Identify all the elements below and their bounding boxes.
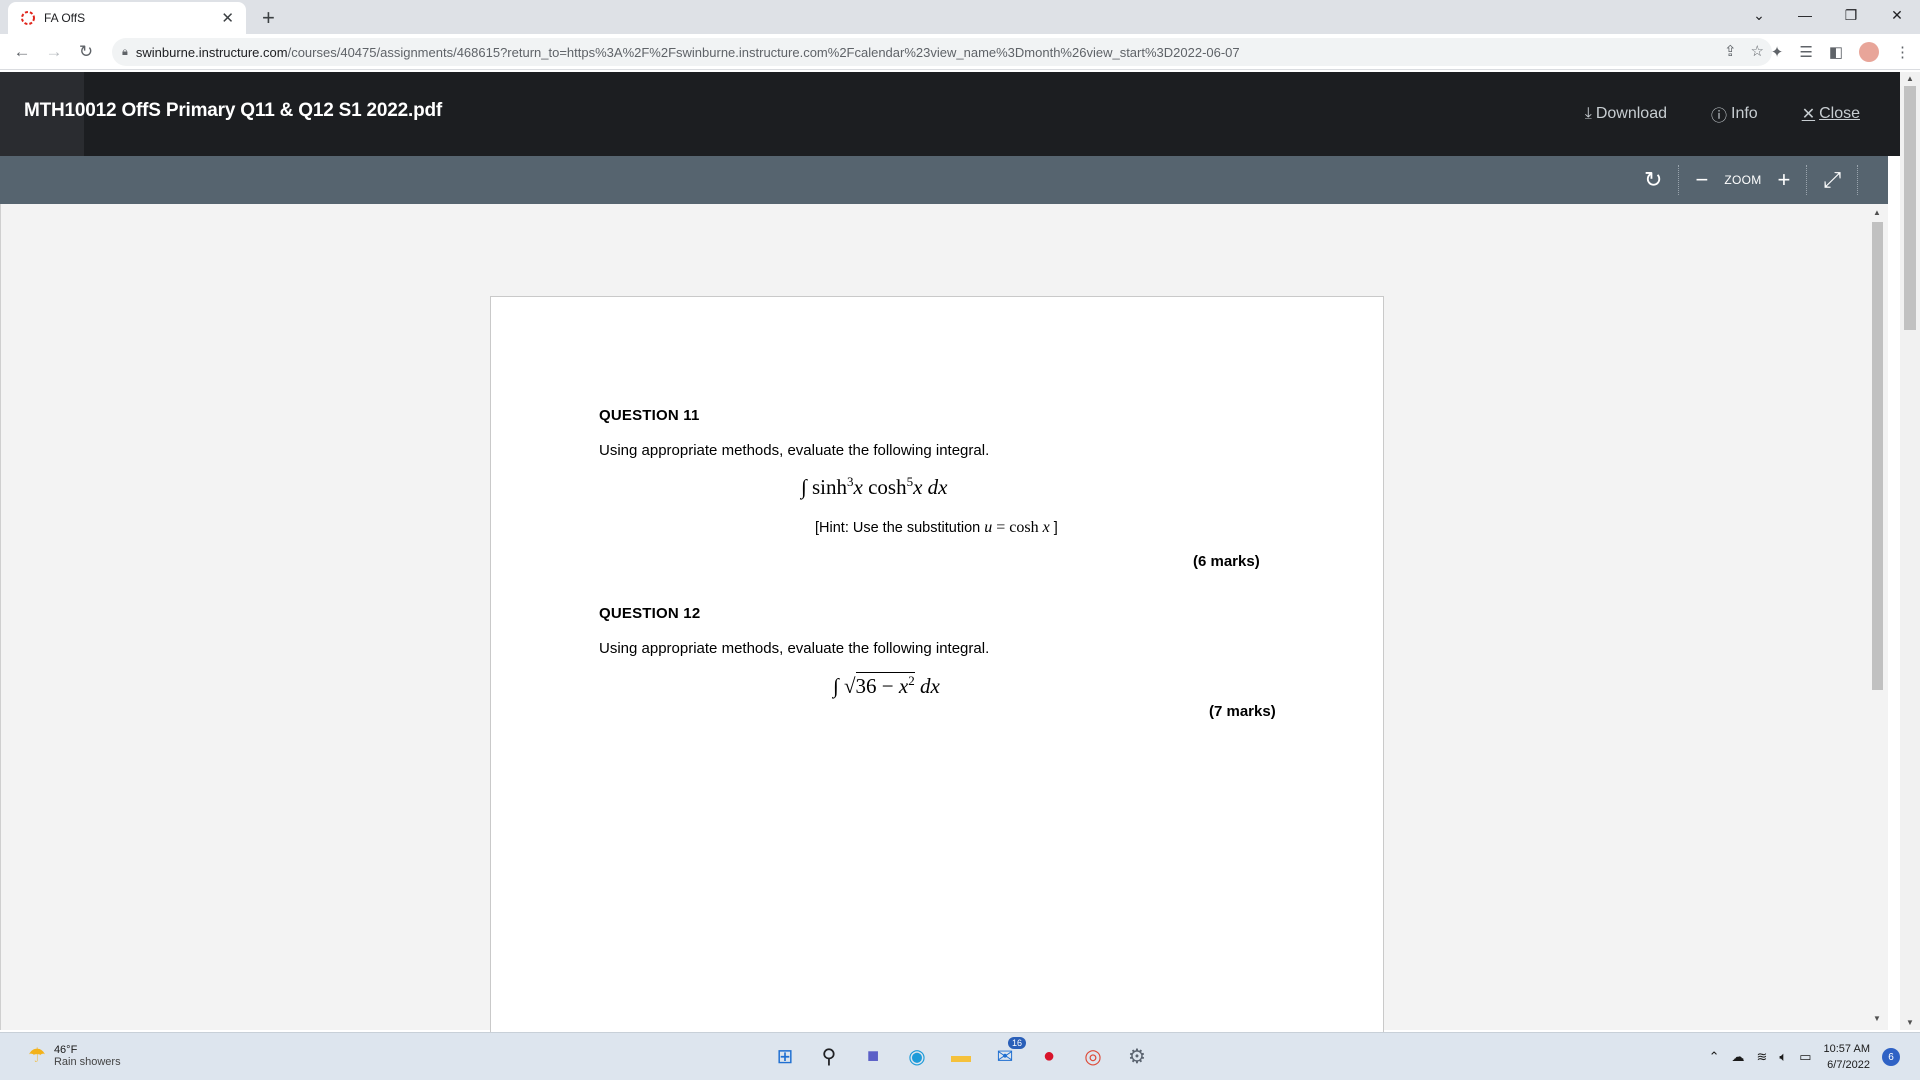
browser-tabstrip: FA OffS ✕ + ⌄ — ❐ ✕ — [0, 0, 1920, 34]
weather-temp: 46°F — [53, 1043, 78, 1056]
onedrive-cloud-icon[interactable]: ☁ — [1732, 1049, 1745, 1065]
window-close-icon[interactable]: ✕ — [1874, 7, 1920, 24]
download-button[interactable]: ⤓ Download — [1585, 102, 1667, 126]
clock-time: 10:57 AM — [1823, 1043, 1870, 1055]
lock-icon[interactable]: 🔒︎ — [122, 46, 128, 59]
teams-chat-icon[interactable]: ■ — [858, 1041, 888, 1071]
question-12-integral: ∫ √36 − x2 dx — [833, 672, 940, 698]
document-viewport[interactable]: QUESTION 11 Using appropriate methods, e… — [0, 204, 1888, 1036]
close-button[interactable]: ✕ Close — [1802, 102, 1860, 126]
reading-list-icon[interactable]: ☰ — [1799, 43, 1812, 61]
page-scroll-thumb[interactable] — [1904, 86, 1916, 330]
file-title: MTH10012 OffS Primary Q11 & Q12 S1 2022.… — [24, 100, 443, 121]
canvas-favicon-icon — [21, 11, 35, 25]
scroll-up-arrow-icon[interactable]: ▲ — [1873, 208, 1881, 217]
window-controls: ⌄ — ❐ ✕ — [1736, 0, 1920, 30]
browser-tab[interactable]: FA OffS ✕ — [8, 2, 246, 34]
file-explorer-icon[interactable]: ▬ — [946, 1041, 976, 1071]
info-label: Info — [1731, 105, 1758, 122]
viewer-controls: ↻ − ZOOM + ⤢ — [1628, 156, 1858, 204]
document-scroll-thumb[interactable] — [1872, 222, 1883, 690]
extensions-puzzle-icon[interactable]: ✦ — [1771, 43, 1784, 61]
info-icon: ⓘ — [1710, 108, 1727, 125]
hint-prefix: [Hint: Use the substitution — [815, 520, 985, 536]
download-icon: ⤓ — [1584, 105, 1592, 122]
app-red-icon[interactable]: ● — [1034, 1041, 1064, 1071]
system-tray: ⌃ ☁ ≋ 🔈︎ ▭ 10:57 AM 6/7/2022 6 — [1709, 1041, 1900, 1073]
file-preview-header: MTH10012 OffS Primary Q11 & Q12 S1 2022.… — [0, 72, 1900, 156]
fullscreen-icon[interactable]: ⤢ — [1807, 167, 1857, 193]
minimize-icon[interactable]: — — [1782, 7, 1828, 23]
forward-icon[interactable]: → — [38, 42, 70, 62]
volume-icon[interactable]: 🔈︎ — [1779, 1049, 1787, 1065]
edge-icon[interactable]: ◉ — [902, 1041, 932, 1071]
share-icon[interactable]: ⇪ — [1724, 42, 1737, 60]
rain-cloud-icon: ☂ — [28, 1045, 46, 1067]
reload-icon[interactable]: ↻ — [70, 42, 102, 62]
restore-icon[interactable]: ❐ — [1828, 7, 1874, 24]
side-panel-icon[interactable]: ◧ — [1829, 43, 1843, 61]
weather-desc: Rain showers — [53, 1055, 121, 1068]
hint-suffix: ] — [1049, 520, 1058, 536]
question-11-integral: ∫ sinh3x cosh5x dx — [801, 474, 948, 499]
download-label: Download — [1595, 105, 1667, 122]
pdf-viewer-toolbar: ↻ − ZOOM + ⤢ — [0, 156, 1888, 204]
zoom-in-icon[interactable]: + — [1762, 167, 1807, 193]
wifi-icon[interactable]: ≋ — [1757, 1049, 1768, 1065]
tab-search-icon[interactable]: ⌄ — [1736, 7, 1782, 24]
question-12-heading: QUESTION 12 — [599, 605, 701, 622]
settings-gear-icon[interactable]: ⚙ — [1122, 1041, 1152, 1071]
document-scrollbar[interactable]: ▲ ▼ — [1868, 208, 1884, 1034]
question-11-hint: [Hint: Use the substitution u = cosh x ] — [815, 519, 1058, 537]
page-scroll-up-icon[interactable]: ▲ — [1906, 74, 1914, 83]
zoom-out-icon[interactable]: − — [1679, 167, 1724, 193]
tray-chevron-icon[interactable]: ⌃ — [1709, 1049, 1720, 1065]
weather-text: 46°F Rain showers — [54, 1044, 121, 1068]
question-11-text: Using appropriate methods, evaluate the … — [599, 442, 990, 459]
question-12-text: Using appropriate methods, evaluate the … — [599, 640, 990, 657]
page-scroll-down-icon[interactable]: ▼ — [1906, 1018, 1914, 1027]
question-11-marks: (6 marks) — [1193, 553, 1260, 570]
back-icon[interactable]: ← — [6, 42, 38, 62]
question-11-heading: QUESTION 11 — [599, 407, 700, 424]
taskbar-apps: ⊞ ⚲ ■ ◉ ▬ ✉ 16 ● ◎ ⚙ — [770, 1037, 1152, 1071]
search-icon[interactable]: ⚲ — [814, 1041, 844, 1071]
mail-icon[interactable]: ✉ 16 — [990, 1037, 1026, 1071]
notification-badge[interactable]: 6 — [1882, 1048, 1900, 1066]
toolbar-divider — [1857, 165, 1858, 195]
question-12-marks: (7 marks) — [1209, 703, 1276, 720]
zoom-label: ZOOM — [1724, 173, 1762, 187]
windows-taskbar: ☂ 46°F Rain showers ⊞ ⚲ ■ ◉ ▬ ✉ 16 ● ◎ ⚙ … — [0, 1032, 1920, 1080]
mail-badge: 16 — [1007, 1037, 1026, 1049]
clock[interactable]: 10:57 AM 6/7/2022 — [1824, 1041, 1870, 1073]
hint-formula: u = cosh x — [984, 519, 1050, 536]
omnibox-actions: ⇪ ☆ — [1724, 42, 1764, 60]
url-text: swinburne.instructure.com/courses/40475/… — [135, 44, 1240, 60]
browser-toolbar: ← → ↻ 🔒︎ swinburne.instructure.com/cours… — [0, 34, 1920, 70]
tab-title: FA OffS — [44, 11, 86, 25]
address-bar[interactable]: 🔒︎ swinburne.instructure.com/courses/404… — [112, 38, 1772, 66]
page-scrollbar[interactable]: ▲ ▼ — [1900, 72, 1920, 1030]
pdf-page: QUESTION 11 Using appropriate methods, e… — [490, 296, 1384, 1036]
scroll-down-arrow-icon[interactable]: ▼ — [1873, 1014, 1881, 1023]
close-icon: ✕ — [1801, 106, 1816, 123]
tab-close-icon[interactable]: ✕ — [221, 9, 234, 27]
weather-widget[interactable]: ☂ 46°F Rain showers — [28, 1043, 121, 1068]
windows-start-icon[interactable]: ⊞ — [770, 1041, 800, 1071]
new-tab-button[interactable]: + — [262, 5, 275, 31]
battery-icon[interactable]: ▭ — [1799, 1049, 1811, 1065]
clock-date: 6/7/2022 — [1827, 1059, 1870, 1071]
browser-menu-icon[interactable]: ⋮ — [1895, 43, 1910, 61]
profile-avatar[interactable] — [1859, 42, 1879, 62]
close-label: Close — [1819, 105, 1860, 122]
info-button[interactable]: ⓘ Info — [1711, 102, 1758, 126]
preview-actions: ⤓ Download ⓘ Info ✕ Close — [1585, 102, 1860, 126]
bookmark-star-icon[interactable]: ☆ — [1751, 42, 1764, 60]
rotate-icon[interactable]: ↻ — [1628, 167, 1678, 193]
extension-area: ✦ ☰ ◧ ⋮ — [1771, 42, 1910, 62]
chrome-icon[interactable]: ◎ — [1078, 1041, 1108, 1071]
